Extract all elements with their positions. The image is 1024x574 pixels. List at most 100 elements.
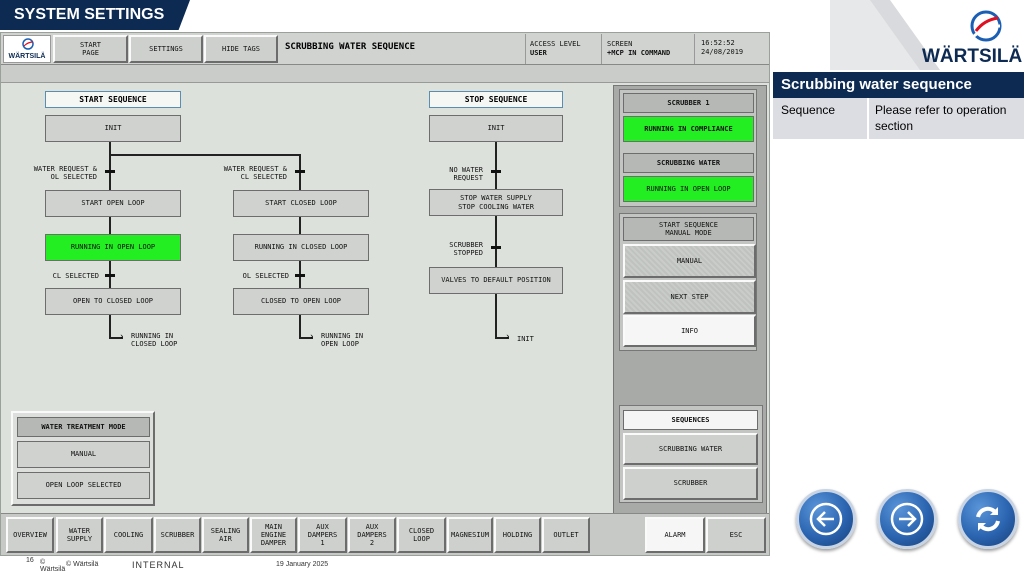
access-level-value: USER <box>530 49 547 57</box>
flow-line <box>299 315 301 339</box>
info-table: Scrubbing water sequence Sequence Please… <box>773 72 1024 140</box>
info-table-title: Scrubbing water sequence <box>773 72 1024 98</box>
start-open-loop-step: START OPEN LOOP <box>45 190 181 217</box>
open-to-closed-step: OPEN TO CLOSED LOOP <box>45 288 181 315</box>
arrow-right-icon <box>890 502 924 536</box>
nav-sealing-air-button[interactable]: SEALING AIR <box>202 517 249 553</box>
scrubber-status: RUNNING IN COMPLIANCE <box>623 116 754 142</box>
water-treatment-title: WATER TREATMENT MODE <box>17 417 150 437</box>
valves-default-step: VALVES TO DEFAULT POSITION <box>429 267 563 294</box>
nav-water-supply-button[interactable]: WATER SUPPLY <box>56 517 103 553</box>
water-treatment-manual[interactable]: MANUAL <box>17 441 150 468</box>
flow-line <box>109 315 111 339</box>
condition-label: NO WATER REQUEST <box>449 166 483 183</box>
previous-slide-button[interactable] <box>796 489 856 549</box>
hide-tags-button[interactable]: HIDE TAGS <box>204 35 278 63</box>
nav-magnesium-button[interactable]: MAGNESIUM <box>447 517 493 553</box>
hmi-logo-text: WÄRTSILÄ <box>8 53 46 60</box>
flow-line <box>495 294 497 339</box>
start-sequence-manual-title: START SEQUENCE MANUAL MODE <box>623 217 754 241</box>
stop-sequence-title: STOP SEQUENCE <box>429 91 563 108</box>
transition-marker <box>105 170 115 173</box>
esc-button[interactable]: ESC <box>706 517 766 553</box>
flow-line <box>495 142 497 189</box>
settings-button[interactable]: SETTINGS <box>129 35 203 63</box>
nav-scrubber-button[interactable]: SCRUBBER <box>154 517 201 553</box>
transition-marker <box>295 274 305 277</box>
alarm-button[interactable]: ALARM <box>645 517 705 553</box>
slide-title-text: SYSTEM SETTINGS <box>14 6 165 23</box>
condition-label: WATER REQUEST & CL SELECTED <box>223 165 287 182</box>
slide-title: SYSTEM SETTINGS <box>0 0 190 30</box>
transition-marker <box>491 246 501 249</box>
stop-init-step: INIT <box>429 115 563 142</box>
hmi-logo-icon <box>22 38 34 50</box>
condition-label: SCRUBBER STOPPED <box>449 241 483 258</box>
transition-marker <box>491 170 501 173</box>
header-divider <box>694 34 695 64</box>
goto-arrow-icon: › <box>119 332 125 342</box>
refresh-icon <box>976 506 1000 532</box>
info-table-value: Please refer to operation section <box>869 98 1024 139</box>
flow-line <box>109 217 111 234</box>
nav-cooling-button[interactable]: COOLING <box>104 517 153 553</box>
nav-overview-button[interactable]: OVERVIEW <box>6 517 54 553</box>
brand-logo: WÄRTSILÄ <box>918 6 1023 67</box>
start-sequence-title: START SEQUENCE <box>45 91 181 108</box>
flow-line <box>299 217 301 234</box>
nav-closed-loop-button[interactable]: CLOSED LOOP <box>397 517 446 553</box>
scrubbing-water-status: RUNNING IN OPEN LOOP <box>623 176 754 202</box>
header-divider <box>601 34 602 64</box>
next-step-button[interactable]: NEXT STEP <box>623 280 756 314</box>
goto-arrow-icon: › <box>505 332 511 342</box>
nav-aux-dampers-1-button[interactable]: AUX DAMPERS 1 <box>298 517 347 553</box>
seq-scrubber-button[interactable]: SCRUBBER <box>623 467 758 500</box>
condition-label: CL SELECTED <box>52 272 99 280</box>
info-button[interactable]: INFO <box>623 315 756 347</box>
start-closed-loop-step: START CLOSED LOOP <box>233 190 369 217</box>
sequences-title: SEQUENCES <box>623 410 758 430</box>
closed-to-open-step: CLOSED TO OPEN LOOP <box>233 288 369 315</box>
running-open-loop-step: RUNNING IN OPEN LOOP <box>45 234 181 261</box>
condition-label: WATER REQUEST & OL SELECTED <box>33 165 97 182</box>
start-page-button[interactable]: START PAGE <box>53 35 128 63</box>
nav-aux-dampers-2-button[interactable]: AUX DAMPERS 2 <box>348 517 396 553</box>
scrubbing-water-title: SCRUBBING WATER <box>623 153 754 173</box>
condition-label: OL SELECTED <box>242 272 289 280</box>
hmi-logo: WÄRTSILÄ <box>3 35 51 63</box>
manual-button[interactable]: MANUAL <box>623 244 756 278</box>
hmi-screen: WÄRTSILÄ START PAGE SETTINGS HIDE TAGS S… <box>0 32 770 556</box>
arrow-left-icon <box>809 502 843 536</box>
clock-time: 16:52:52 <box>701 39 735 47</box>
info-table-row: Sequence Please refer to operation secti… <box>773 98 1024 140</box>
screen-value: +MCP IN COMMAND <box>607 49 671 57</box>
seq-scrubbing-water-button[interactable]: SCRUBBING WATER <box>623 433 758 465</box>
access-level-label: ACCESS LEVEL <box>530 40 581 48</box>
flow-line <box>109 142 111 154</box>
refresh-button[interactable] <box>958 489 1018 549</box>
footer-copyright: © Wärtsilä <box>66 561 99 568</box>
brand-logo-text: WÄRTSILÄ <box>922 46 1023 67</box>
transition-marker <box>295 170 305 173</box>
nav-holding-button[interactable]: HOLDING <box>494 517 541 553</box>
stop-water-supply-step: STOP WATER SUPPLY STOP COOLING WATER <box>429 189 563 216</box>
goto-arrow-icon: › <box>309 332 315 342</box>
footer-date: 19 January 2025 <box>276 561 329 568</box>
start-init-step: INIT <box>45 115 181 142</box>
transition-marker <box>105 274 115 277</box>
goto-label: RUNNING IN OPEN LOOP <box>321 332 364 349</box>
next-slide-button[interactable] <box>877 489 937 549</box>
goto-label: RUNNING IN CLOSED LOOP <box>131 332 178 349</box>
header-divider <box>525 34 526 64</box>
alarm-strip <box>1 65 769 83</box>
nav-outlet-button[interactable]: OUTLET <box>542 517 590 553</box>
flow-line <box>495 216 497 267</box>
info-table-label: Sequence <box>773 98 869 139</box>
brand-logo-icon <box>970 10 1002 42</box>
nav-main-engine-damper-button[interactable]: MAIN ENGINE DAMPER <box>250 517 297 553</box>
flow-line <box>109 154 301 156</box>
screen-title: SCRUBBING WATER SEQUENCE <box>285 42 416 52</box>
clock-date: 24/08/2019 <box>701 48 744 56</box>
running-closed-loop-step: RUNNING IN CLOSED LOOP <box>233 234 369 261</box>
water-treatment-open-loop[interactable]: OPEN LOOP SELECTED <box>17 472 150 499</box>
